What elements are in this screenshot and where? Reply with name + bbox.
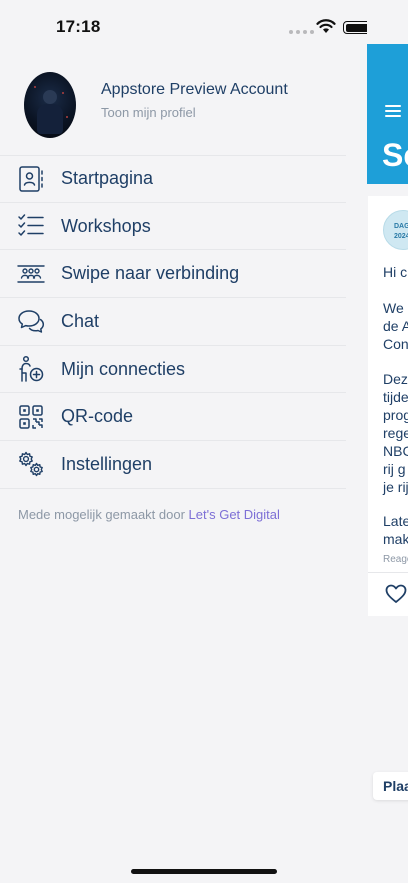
drawer-menu: Startpagina Workshops Swipe naar verbind… [0, 155, 346, 489]
background-page[interactable]: Sc DAG 2024 Hi c We de A Con Dez tijde p… [367, 0, 408, 883]
menu-item-label: Instellingen [61, 453, 153, 474]
menu-item-startpagina[interactable]: Startpagina [0, 155, 346, 203]
page-title: Sc [382, 137, 408, 173]
qr-code-icon [19, 405, 43, 429]
chat-bubbles-icon [18, 310, 45, 334]
gears-icon [19, 452, 43, 477]
event-logo: DAG 2024 [383, 210, 408, 250]
credit-link[interactable]: Let's Get Digital [189, 507, 280, 522]
menu-item-label: Chat [61, 310, 100, 331]
checklist-icon [18, 214, 44, 236]
heart-icon[interactable] [385, 584, 407, 604]
profile-name: Appstore Preview Account [101, 81, 288, 98]
credit-prefix: Mede mogelijk gemaakt door [18, 507, 185, 522]
home-indicator[interactable] [131, 869, 277, 874]
menu-item-label: Swipe naar verbinding [61, 263, 240, 284]
contact-book-icon [19, 166, 43, 192]
hamburger-menu-icon[interactable] [385, 105, 401, 120]
view-profile-link[interactable]: Toon mijn profiel [101, 105, 196, 120]
menu-item-qr-code[interactable]: QR-code [0, 393, 346, 442]
people-group-icon [17, 265, 45, 283]
menu-item-workshops[interactable]: Workshops [0, 203, 346, 251]
menu-item-label: Startpagina [61, 168, 154, 189]
avatar[interactable] [24, 72, 76, 138]
credit-line: Mede mogelijk gemaakt door Let's Get Dig… [18, 507, 280, 522]
post-button[interactable]: Plaa [373, 772, 408, 800]
side-drawer: Appstore Preview Account Toon mijn profi… [0, 0, 366, 883]
person-add-icon [19, 356, 44, 382]
menu-item-label: QR-code [61, 406, 134, 427]
menu-item-label: Workshops [61, 215, 151, 236]
menu-item-connecties[interactable]: Mijn connecties [0, 346, 346, 394]
menu-item-label: Mijn connecties [61, 358, 186, 379]
menu-item-chat[interactable]: Chat [0, 298, 346, 346]
menu-item-swipe[interactable]: Swipe naar verbinding [0, 250, 346, 299]
post-card: DAG 2024 Hi c We de A Con Dez tijde prog… [368, 196, 408, 616]
profile-header[interactable]: Appstore Preview Account Toon mijn profi… [24, 72, 344, 138]
menu-item-instellingen[interactable]: Instellingen [0, 441, 346, 489]
page-header: Sc [367, 44, 408, 184]
